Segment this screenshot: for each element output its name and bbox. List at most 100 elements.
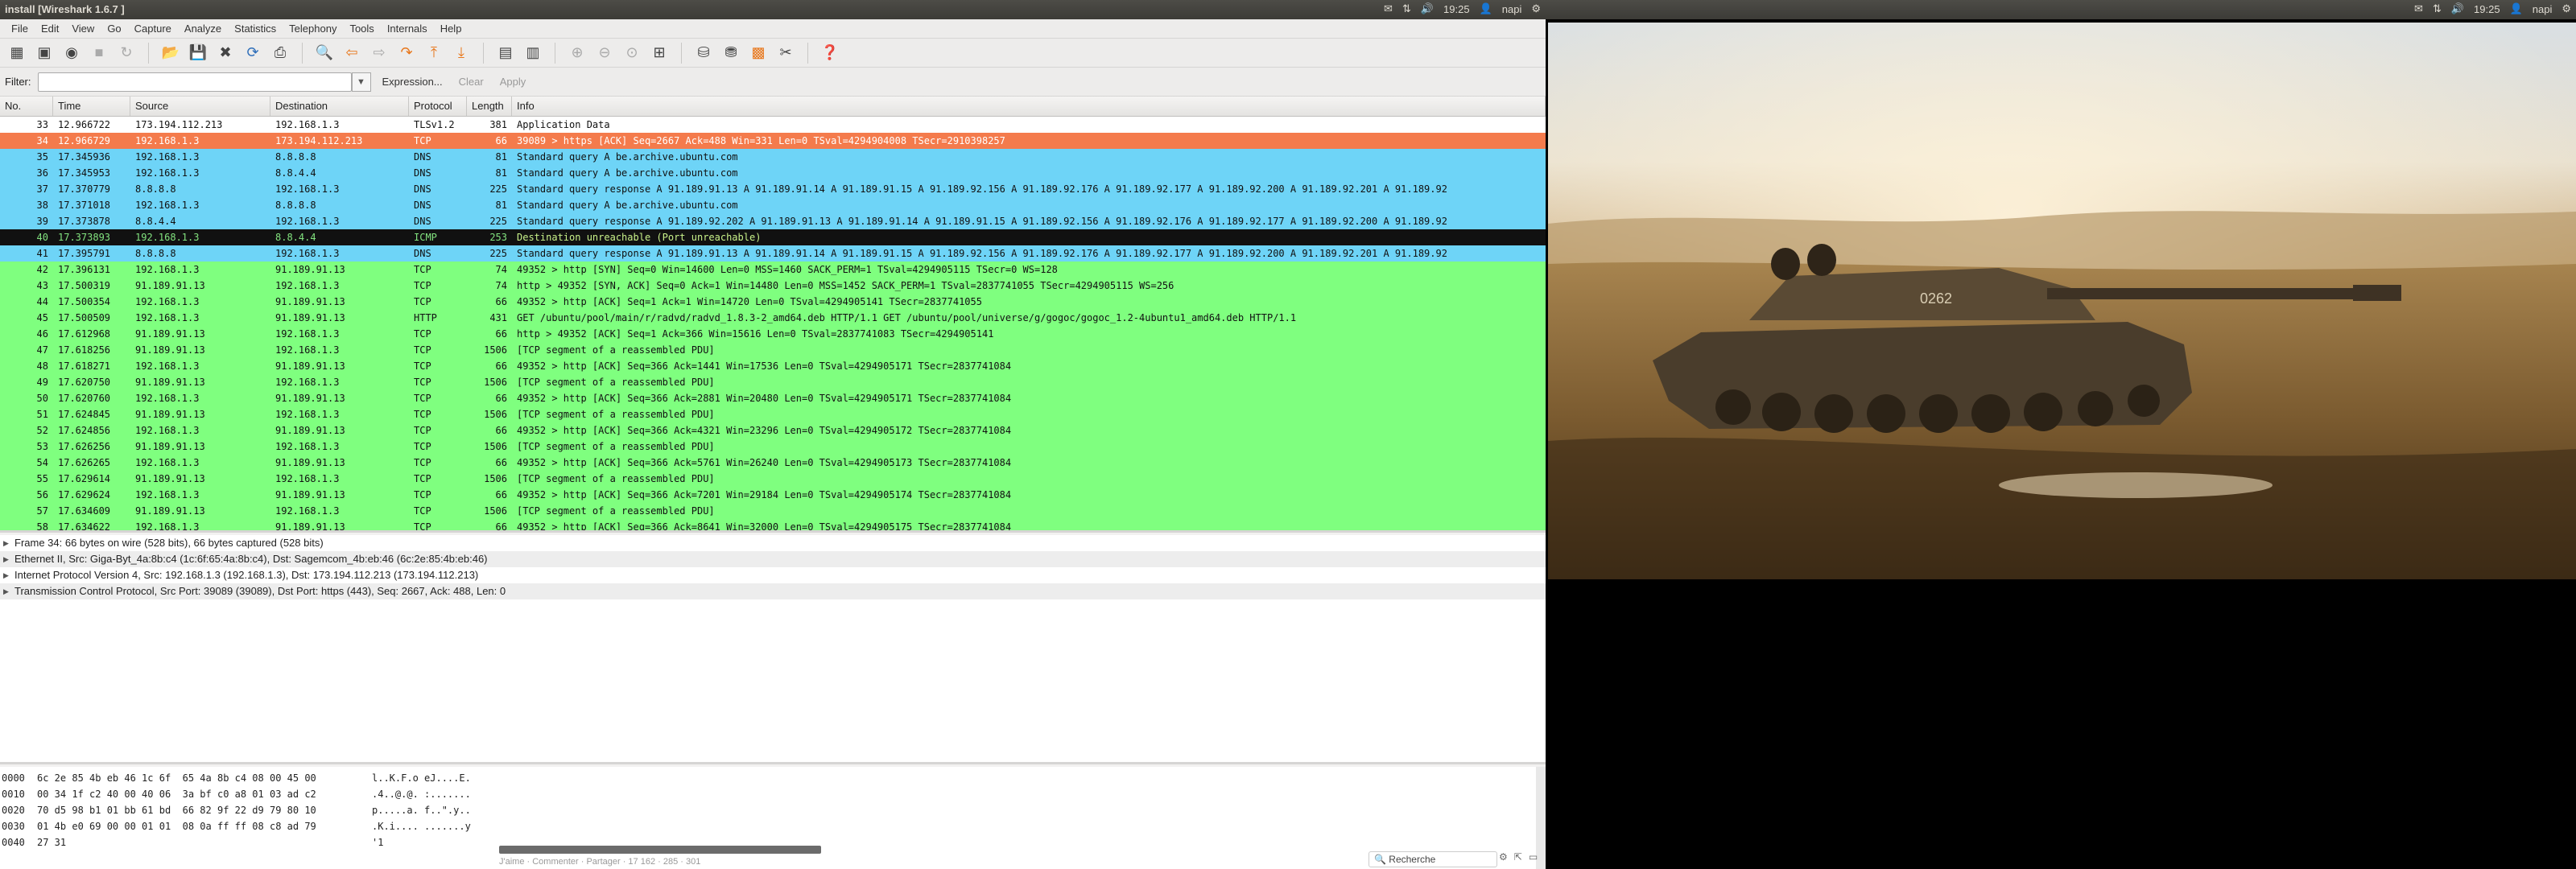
packet-row[interactable]: 34 12.966729 192.168.1.3 173.194.112.213 TCP… [0,133,1546,149]
packet-row[interactable]: 53 17.626256 91.189.91.13 192.168.1.3 TCP 150… [0,439,1546,455]
packet-row[interactable]: 38 17.371018 192.168.1.3 8.8.8.8 DNS 81 Standa… [0,197,1546,213]
menu-capture[interactable]: Capture [128,23,178,35]
packet-row[interactable]: 55 17.629614 91.189.91.13 192.168.1.3 TCP 150… [0,471,1546,487]
network-icon[interactable]: ⇅ [2433,2,2442,15]
packet-row[interactable]: 57 17.634609 91.189.91.13 192.168.1.3 TCP 150… [0,503,1546,519]
packet-row[interactable]: 40 17.373893 192.168.1.3 8.8.4.4 ICMP 253 Dest… [0,229,1546,245]
network-icon[interactable]: ⇅ [1402,2,1411,15]
mail-icon[interactable]: ✉ [2414,2,2423,15]
volume-icon[interactable]: 🔊 [1421,2,1434,15]
restart-capture-icon[interactable]: ↻ [114,41,138,65]
detail-row-tcp[interactable]: ▶ Transmission Control Protocol, Src Port… [0,583,1546,599]
resize-columns-icon[interactable]: ⊞ [647,41,671,65]
filter-dropdown-icon[interactable]: ▼ [351,72,371,92]
expander-arrow-icon[interactable]: ▶ [3,583,14,599]
reload-icon[interactable]: ⟳ [241,41,265,65]
packet-row[interactable]: 42 17.396131 192.168.1.3 91.189.91.13 TCP 74 4… [0,262,1546,278]
menu-statistics[interactable]: Statistics [228,23,283,35]
packet-row[interactable]: 52 17.624856 192.168.1.3 91.189.91.13 TCP 66 4… [0,422,1546,439]
go-forward-icon[interactable]: ⇨ [367,41,391,65]
col-header-source[interactable]: Source [130,97,270,116]
expander-arrow-icon[interactable]: ▶ [3,567,14,583]
col-header-protocol[interactable]: Protocol [409,97,467,116]
packet-row[interactable]: 48 17.618271 192.168.1.3 91.189.91.13 TCP 66 4… [0,358,1546,374]
go-to-packet-icon[interactable]: ↷ [394,41,419,65]
search-field[interactable]: 🔍 Recherche [1368,851,1497,867]
first-packet-icon[interactable]: ⤒ [422,41,446,65]
menu-internals[interactable]: Internals [381,23,434,35]
clear-button[interactable]: Clear [454,76,489,88]
close-file-icon[interactable]: ✖ [213,41,237,65]
packet-row[interactable]: 54 17.626265 192.168.1.3 91.189.91.13 TCP 66 4… [0,455,1546,471]
filter-input[interactable] [37,72,352,92]
last-packet-icon[interactable]: ⤓ [449,41,473,65]
display-filters-icon[interactable]: ⛃ [719,41,743,65]
packet-row[interactable]: 41 17.395791 8.8.8.8 192.168.1.3 DNS 225 Stand… [0,245,1546,262]
capture-options-icon[interactable]: ▣ [32,41,56,65]
packet-row[interactable]: 35 17.345936 192.168.1.3 8.8.8.8 DNS 81 Standa… [0,149,1546,165]
expand-icon[interactable]: ⇱ [1514,851,1522,863]
packet-row[interactable]: 33 12.966722 173.194.112.213 192.168.1.3 TLS… [0,117,1546,133]
detail-row-ip[interactable]: ▶ Internet Protocol Version 4, Src: 192.1… [0,567,1546,583]
menu-tools[interactable]: Tools [343,23,380,35]
menu-analyze[interactable]: Analyze [178,23,228,35]
go-back-icon[interactable]: ⇦ [340,41,364,65]
menu-edit[interactable]: Edit [35,23,65,35]
find-packet-icon[interactable]: 🔍 [312,41,336,65]
interfaces-icon[interactable]: ▦ [5,41,29,65]
expander-arrow-icon[interactable]: ▶ [3,535,14,551]
apply-button[interactable]: Apply [495,76,531,88]
packet-row[interactable]: 56 17.629624 192.168.1.3 91.189.91.13 TCP 66 4… [0,487,1546,503]
col-header-info[interactable]: Info [512,97,1546,116]
capture-filters-icon[interactable]: ⛁ [691,41,716,65]
volume-icon[interactable]: 🔊 [2451,2,2464,15]
gear-icon[interactable]: ⚙ [1531,2,1541,15]
packet-row[interactable]: 36 17.345953 192.168.1.3 8.8.4.4 DNS 81 Standa… [0,165,1546,181]
menu-go[interactable]: Go [101,23,127,35]
packet-row[interactable]: 37 17.370779 8.8.8.8 192.168.1.3 DNS 225 Stand… [0,181,1546,197]
packet-row[interactable]: 51 17.624845 91.189.91.13 192.168.1.3 TCP 150… [0,406,1546,422]
col-header-no[interactable]: No. [0,97,53,116]
packet-row[interactable]: 58 17.634622 192.168.1.3 91.189.91.13 TCP 66 4… [0,519,1546,530]
autoscroll-icon[interactable]: ▥ [521,41,545,65]
open-file-icon[interactable]: 📂 [159,41,183,65]
packet-row[interactable]: 46 17.612968 91.189.91.13 192.168.1.3 TCP 66 h… [0,326,1546,342]
packet-row[interactable]: 39 17.373878 8.8.4.4 192.168.1.3 DNS 225 Stand… [0,213,1546,229]
zoom-in-icon[interactable]: ⊕ [565,41,589,65]
detail-row-frame[interactable]: ▶ Frame 34: 66 bytes on wire (528 bits), … [0,535,1546,551]
mail-icon[interactable]: ✉ [1384,2,1393,15]
packet-row[interactable]: 47 17.618256 91.189.91.13 192.168.1.3 TCP 150… [0,342,1546,358]
help-icon[interactable]: ❓ [818,41,842,65]
minimize-icon[interactable]: ▭ [1529,851,1538,863]
col-header-length[interactable]: Length [467,97,512,116]
packet-list[interactable]: No. Time Source Destination Protocol Len… [0,97,1546,533]
packet-row[interactable]: 43 17.500319 91.189.91.13 192.168.1.3 TCP 74 h… [0,278,1546,294]
clock[interactable]: 19:25 [2474,3,2500,15]
save-file-icon[interactable]: 💾 [186,41,210,65]
packet-row[interactable]: 44 17.500354 192.168.1.3 91.189.91.13 TCP 66 4… [0,294,1546,310]
menu-telephony[interactable]: Telephony [283,23,343,35]
col-header-destination[interactable]: Destination [270,97,409,116]
coloring-rules-icon[interactable]: ▩ [746,41,770,65]
packet-row[interactable]: 49 17.620750 91.189.91.13 192.168.1.3 TCP 150… [0,374,1546,390]
detail-row-ethernet[interactable]: ▶ Ethernet II, Src: Giga-Byt_4a:8b:c4 (1c… [0,551,1546,567]
print-icon[interactable]: ⎙ [268,41,292,65]
stop-capture-icon[interactable]: ■ [87,41,111,65]
col-header-time[interactable]: Time [53,97,130,116]
gear-icon[interactable]: ⚙ [2562,2,2571,15]
normal-size-icon[interactable]: ⊙ [620,41,644,65]
expander-arrow-icon[interactable]: ▶ [3,551,14,567]
clock[interactable]: 19:25 [1443,3,1470,15]
menu-view[interactable]: View [65,23,101,35]
packet-details[interactable]: ▶ Frame 34: 66 bytes on wire (528 bits), … [0,535,1546,764]
settings-icon[interactable]: ⚙ [1499,851,1508,863]
zoom-out-icon[interactable]: ⊖ [592,41,617,65]
packet-row[interactable]: 50 17.620760 192.168.1.3 91.189.91.13 TCP 66 4… [0,390,1546,406]
start-capture-icon[interactable]: ◉ [60,41,84,65]
menu-help[interactable]: Help [434,23,469,35]
user-icon[interactable]: 👤 [2510,2,2523,15]
colorize-icon[interactable]: ▤ [493,41,518,65]
user-name[interactable]: napi [2533,3,2553,15]
user-name[interactable]: napi [1502,3,1522,15]
menu-file[interactable]: File [5,23,35,35]
